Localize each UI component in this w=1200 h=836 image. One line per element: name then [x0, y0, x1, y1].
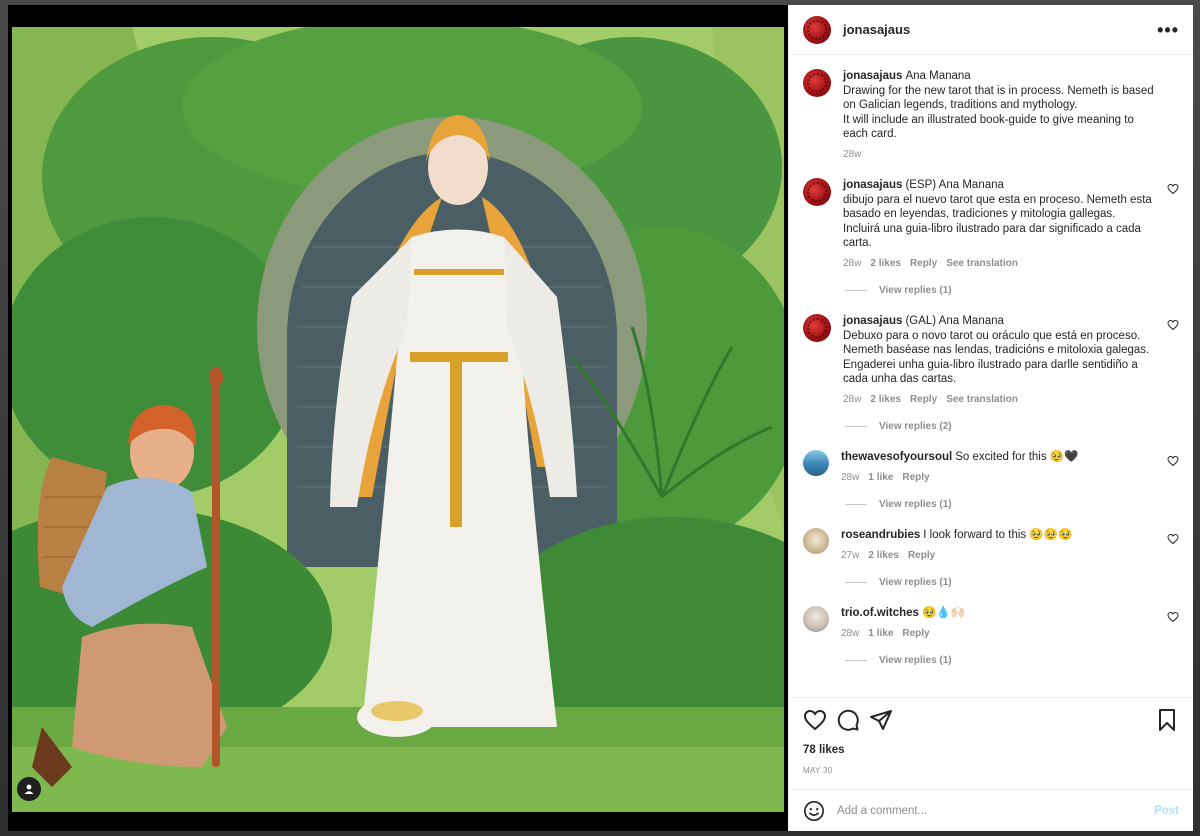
avatar[interactable] [803, 528, 829, 554]
view-replies-label: View replies (2) [879, 421, 952, 432]
heart-icon[interactable] [1167, 611, 1179, 623]
comment-username[interactable]: jonasajaus [843, 315, 902, 327]
heart-icon[interactable] [1167, 183, 1179, 195]
divider [845, 426, 867, 427]
author-username[interactable]: jonasajaus [843, 22, 1157, 37]
heart-icon[interactable] [1167, 319, 1179, 331]
divider [845, 660, 867, 661]
reply-button[interactable]: Reply [908, 549, 935, 564]
comment-time[interactable]: 28w [843, 393, 861, 408]
reply-button[interactable]: Reply [902, 627, 929, 642]
user-tag-button[interactable] [17, 777, 41, 801]
see-translation-button[interactable]: See translation [946, 393, 1018, 408]
comment-text: So excited for this 🥹🖤 [955, 451, 1079, 463]
list-item: roseandrubies I look forward to this 🥹🥹🥹 … [803, 528, 1179, 563]
action-icons [803, 708, 1179, 732]
divider [845, 504, 867, 505]
comment-likes[interactable]: 1 like [868, 471, 893, 486]
caption: jonasajaus Ana Manana Drawing for the new… [803, 69, 1179, 162]
comment-username[interactable]: trio.of.witches [841, 607, 919, 619]
list-item: jonasajaus (GAL) Ana Manana Debuxo para o… [803, 314, 1179, 407]
add-comment-bar: Post [789, 789, 1193, 831]
comment-icon[interactable] [836, 708, 860, 732]
comment-text: I look forward to this 🥹🥹🥹 [923, 529, 1073, 541]
divider [845, 290, 867, 291]
avatar[interactable] [803, 450, 829, 476]
list-item: thewavesofyoursoul So excited for this 🥹🖤… [803, 450, 1179, 485]
comments-list[interactable]: jonasajaus Ana Manana Drawing for the new… [789, 55, 1193, 697]
post-actions: 78 likes MAY 30 [789, 697, 1193, 775]
post-modal: jonasajaus ••• jonasajaus Ana Manana Draw… [8, 5, 1193, 831]
comment-time[interactable]: 28w [843, 148, 861, 163]
post-media [8, 5, 788, 831]
list-item: jonasajaus (ESP) Ana Manana dibujo para e… [803, 178, 1179, 271]
comment-time[interactable]: 28w [843, 257, 861, 272]
comment-likes[interactable]: 2 likes [868, 549, 899, 564]
comment-input[interactable] [837, 804, 1155, 817]
view-replies-button[interactable]: View replies (1) [845, 499, 1179, 510]
post-date[interactable]: MAY 30 [803, 766, 1179, 775]
view-replies-button[interactable]: View replies (1) [845, 285, 1179, 296]
view-replies-button[interactable]: View replies (1) [845, 577, 1179, 588]
comment-username[interactable]: roseandrubies [841, 529, 920, 541]
comment-time[interactable]: 28w [841, 471, 859, 486]
comment-time[interactable]: 27w [841, 549, 859, 564]
view-replies-button[interactable]: View replies (1) [845, 655, 1179, 666]
view-replies-label: View replies (1) [879, 655, 952, 666]
post-header: jonasajaus ••• [789, 5, 1193, 55]
post-side-panel: jonasajaus ••• jonasajaus Ana Manana Draw… [788, 5, 1193, 831]
view-replies-label: View replies (1) [879, 499, 952, 510]
comment-text: 🥹💧🙌🏻 [921, 607, 965, 619]
comment-username[interactable]: jonasajaus [843, 70, 902, 82]
avatar[interactable] [803, 606, 829, 632]
user-tag-icon [24, 784, 34, 794]
comment-username[interactable]: thewavesofyoursoul [841, 451, 952, 463]
comment-likes[interactable]: 2 likes [870, 393, 901, 408]
view-replies-label: View replies (1) [879, 285, 952, 296]
post-image[interactable] [12, 27, 784, 812]
heart-icon[interactable] [1167, 533, 1179, 545]
divider [845, 582, 867, 583]
reply-button[interactable]: Reply [910, 393, 937, 408]
reply-button[interactable]: Reply [910, 257, 937, 272]
comment-likes[interactable]: 1 like [868, 627, 893, 642]
more-options-icon[interactable]: ••• [1157, 21, 1179, 39]
see-translation-button[interactable]: See translation [946, 257, 1018, 272]
author-avatar[interactable] [803, 15, 831, 44]
comment-time[interactable]: 28w [841, 627, 859, 642]
heart-icon[interactable] [803, 708, 827, 732]
share-icon[interactable] [869, 708, 893, 732]
list-item: trio.of.witches 🥹💧🙌🏻 28w 1 like Reply [803, 606, 1179, 641]
view-replies-button[interactable]: View replies (2) [845, 421, 1179, 432]
reply-button[interactable]: Reply [902, 471, 929, 486]
view-replies-label: View replies (1) [879, 577, 952, 588]
heart-icon[interactable] [1167, 455, 1179, 467]
emoji-icon[interactable] [803, 800, 825, 822]
comment-username[interactable]: jonasajaus [843, 179, 902, 191]
avatar[interactable] [803, 178, 831, 206]
comment-likes[interactable]: 2 likes [870, 257, 901, 272]
post-comment-button[interactable]: Post [1154, 805, 1179, 817]
bookmark-icon[interactable] [1155, 708, 1179, 732]
likes-count[interactable]: 78 likes [803, 744, 1179, 756]
avatar[interactable] [803, 314, 831, 342]
avatar[interactable] [803, 69, 831, 97]
